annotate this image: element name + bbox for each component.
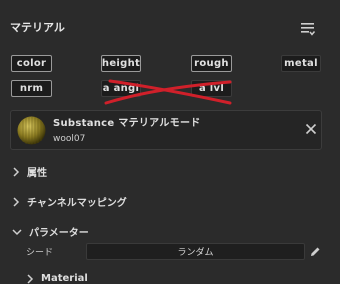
section-material-label: Material: [41, 273, 88, 284]
chevron-right-icon: [27, 273, 34, 284]
chevron-right-icon: [13, 196, 20, 207]
strike-annotation: [104, 79, 232, 105]
material-name: Substance マテリアルモード: [53, 118, 201, 129]
channel-height-button[interactable]: height: [101, 55, 141, 72]
channel-color-button[interactable]: color: [11, 55, 52, 72]
panel-title: マテリアル: [10, 21, 65, 34]
material-file: wool07: [53, 134, 86, 144]
section-parameters-label: パラメーター: [29, 228, 89, 239]
chevron-down-icon: [12, 228, 22, 235]
channel-metal-button[interactable]: metal: [281, 55, 321, 72]
wool-ball-icon: [17, 116, 46, 145]
section-attributes[interactable]: 属性: [12, 164, 47, 179]
section-material[interactable]: Material: [26, 273, 88, 284]
section-parameters[interactable]: パラメーター: [12, 224, 89, 239]
seed-label: シード: [26, 248, 54, 258]
section-attributes-label: 属性: [27, 168, 47, 179]
channel-nrm-button[interactable]: nrm: [11, 80, 52, 97]
list-settings-icon[interactable]: [299, 20, 317, 38]
material-card[interactable]: Substance マテリアルモード wool07: [10, 110, 322, 150]
section-channel-mapping[interactable]: チャンネルマッピング: [12, 194, 127, 209]
close-icon[interactable]: [305, 123, 317, 135]
channel-rough-button[interactable]: rough: [191, 55, 232, 72]
pencil-icon[interactable]: [309, 246, 321, 258]
seed-field[interactable]: ランダム: [86, 243, 305, 260]
section-channel-mapping-label: チャンネルマッピング: [27, 198, 127, 209]
chevron-right-icon: [13, 166, 20, 177]
